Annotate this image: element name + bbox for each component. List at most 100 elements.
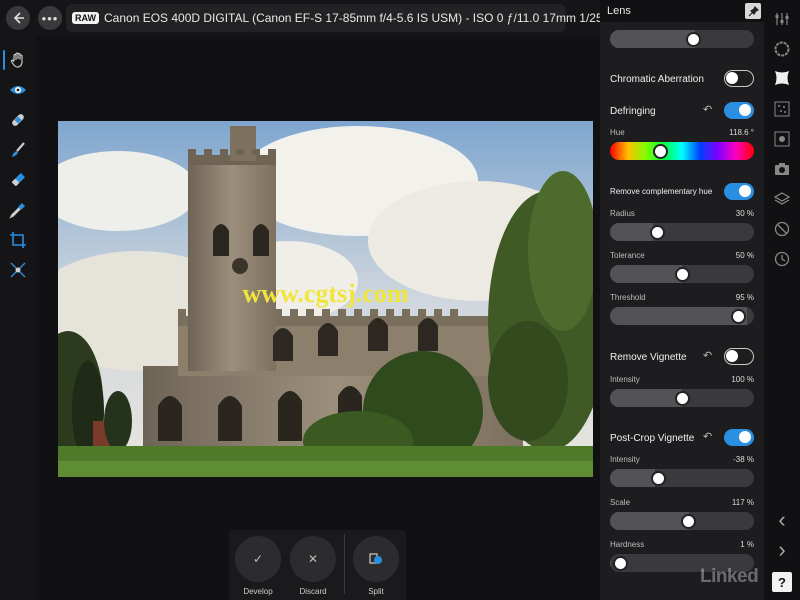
slider-fill — [610, 512, 690, 530]
split-label: Split — [368, 587, 384, 596]
radius-knob[interactable] — [649, 224, 665, 240]
back-arrow-icon — [13, 12, 24, 24]
slider-fill — [610, 469, 655, 487]
lens-scale-slider[interactable] — [610, 30, 754, 48]
camera-icon — [775, 163, 789, 175]
pin-panel-button[interactable] — [745, 3, 761, 19]
crop-icon — [10, 232, 26, 248]
layers-panel-button[interactable] — [773, 190, 791, 208]
lens-panel: Lens Chromatic Aberration Defringing ↶ H… — [600, 0, 764, 600]
view-tool[interactable] — [3, 48, 30, 72]
slider-fill — [610, 389, 682, 407]
defringing-reset-icon[interactable]: ↶ — [703, 103, 712, 116]
panel-title: Lens — [607, 5, 631, 17]
tolerance-knob[interactable] — [674, 266, 690, 282]
chromatic-aberration-toggle[interactable] — [724, 70, 754, 87]
threshold-value: 95 % — [735, 293, 754, 302]
photo-canvas[interactable]: www.cgtsj.com — [58, 121, 593, 477]
defringing-toggle[interactable] — [724, 102, 754, 119]
defringing-label: Defringing — [610, 106, 656, 117]
eraser-icon — [12, 173, 25, 186]
hue-value: 118.6 ° — [729, 128, 754, 137]
post-crop-intensity-knob[interactable] — [650, 470, 666, 486]
eraser-tool[interactable] — [6, 168, 30, 192]
split-view-button[interactable]: Split — [352, 536, 400, 596]
pin-icon — [748, 5, 759, 16]
studio-panel-strip: ‹ › — [764, 0, 800, 600]
develop-button[interactable]: ✓ Develop — [234, 536, 282, 596]
radius-slider[interactable] — [610, 223, 754, 241]
post-crop-intensity-label: Intensity — [610, 455, 640, 464]
divider — [344, 534, 345, 594]
chromatic-aberration-label: Chromatic Aberration — [610, 74, 704, 85]
details-panel-button[interactable] — [773, 100, 791, 118]
more-dots-icon: ••• — [41, 10, 59, 26]
hue-label: Hue — [610, 128, 625, 137]
scale-value: 117 % — [731, 498, 754, 507]
paint-brush-tool[interactable] — [6, 138, 30, 162]
slider-knob[interactable] — [685, 31, 701, 47]
post-crop-intensity-slider[interactable] — [610, 469, 754, 487]
crop-tool[interactable] — [6, 228, 30, 252]
post-crop-intensity-value: -38 % — [733, 455, 754, 464]
top-bar: ••• RAW Canon EOS 400D DIGITAL (Canon EF… — [0, 0, 615, 36]
remove-complementary-hue-toggle[interactable] — [724, 183, 754, 200]
lens-icon — [775, 71, 789, 85]
overlays-panel-button[interactable] — [773, 220, 791, 238]
hue-knob[interactable] — [653, 143, 669, 159]
discard-button[interactable]: ✕ Discard — [289, 536, 337, 596]
scale-knob[interactable] — [680, 513, 696, 529]
back-button[interactable] — [6, 6, 30, 30]
history-panel-button[interactable] — [773, 250, 791, 268]
hue-slider[interactable] — [610, 142, 754, 160]
layers-icon — [774, 192, 790, 205]
red-eye-tool[interactable] — [6, 78, 30, 102]
white-balance-picker-tool[interactable] — [6, 198, 30, 222]
tones-panel-button[interactable] — [773, 40, 791, 58]
slider-fill — [610, 307, 747, 325]
straighten-icon — [10, 262, 26, 278]
document-title: Canon EOS 400D DIGITAL (Canon EF-S 17-85… — [104, 11, 616, 25]
lens-panel-button[interactable] — [773, 69, 791, 87]
watermark-text: www.cgtsj.com — [242, 279, 409, 308]
post-crop-vignette-label: Post-Crop Vignette — [610, 433, 695, 444]
remove-complementary-hue-label: Remove complementary hue — [610, 187, 713, 196]
brush-icon — [12, 142, 25, 157]
tolerance-label: Tolerance — [610, 251, 645, 260]
raw-badge: RAW — [72, 12, 99, 24]
slider-fill — [610, 30, 695, 48]
healing-brush-tool[interactable] — [6, 108, 30, 132]
scale-label: Scale — [610, 498, 631, 507]
collapse-left-icon[interactable]: ‹ — [773, 507, 791, 532]
check-icon: ✓ — [252, 552, 264, 566]
threshold-knob[interactable] — [730, 308, 746, 324]
slider-fill — [610, 554, 612, 572]
tools-toolbar — [0, 36, 36, 600]
collapse-right-icon[interactable]: › — [773, 537, 791, 562]
develop-label: Develop — [243, 587, 273, 596]
more-button[interactable]: ••• — [38, 6, 62, 30]
clock-icon — [774, 251, 790, 267]
no-entry-icon — [774, 221, 790, 237]
remove-vignette-reset-icon[interactable]: ↶ — [703, 349, 712, 362]
help-button[interactable]: ? — [772, 572, 792, 592]
threshold-label: Threshold — [610, 293, 646, 302]
snapshot-panel-button[interactable] — [773, 160, 791, 178]
slider-fill — [610, 265, 682, 283]
slider-fill — [610, 223, 654, 241]
radius-label: Radius — [610, 209, 635, 218]
straighten-tool[interactable] — [6, 258, 30, 282]
vignette-intensity-knob[interactable] — [674, 390, 690, 406]
remove-vignette-label: Remove Vignette — [610, 352, 687, 363]
vignette-intensity-value: 100 % — [731, 375, 754, 384]
panel-header: Lens — [600, 0, 764, 22]
hardness-knob[interactable] — [613, 555, 629, 571]
linkedin-watermark: Linked — [700, 566, 759, 587]
remove-vignette-toggle[interactable] — [724, 348, 754, 365]
post-crop-reset-icon[interactable]: ↶ — [703, 430, 712, 443]
post-crop-vignette-toggle[interactable] — [724, 429, 754, 446]
noise-icon — [774, 101, 790, 117]
persona-action-bar: ✓ Develop ✕ Discard Split — [229, 530, 406, 600]
basic-panel-button[interactable] — [773, 10, 791, 28]
histogram-panel-button[interactable] — [773, 130, 791, 148]
